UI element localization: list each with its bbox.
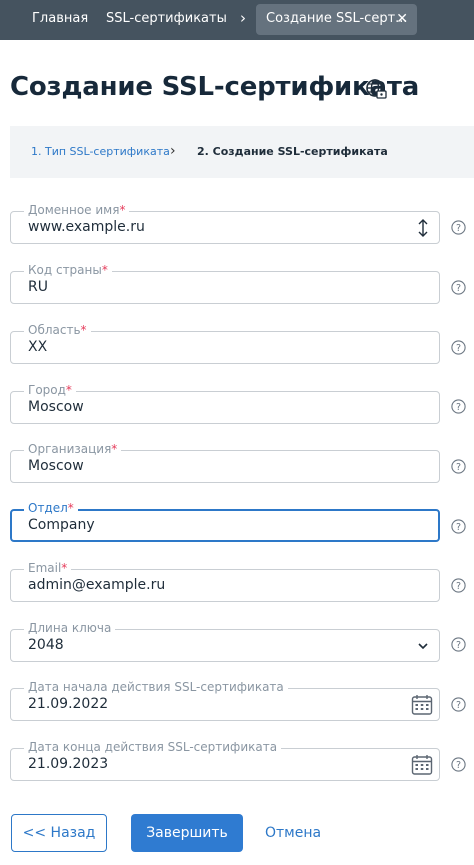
organization-value: Moscow bbox=[28, 458, 84, 474]
department-value: Company bbox=[28, 517, 95, 533]
help-icon[interactable]: ? bbox=[451, 459, 466, 474]
svg-text:?: ? bbox=[456, 581, 461, 592]
svg-text:?: ? bbox=[456, 402, 461, 413]
email-value: admin@example.ru bbox=[28, 577, 166, 593]
country-code-value: RU bbox=[28, 279, 48, 295]
help-icon[interactable]: ? bbox=[451, 519, 466, 534]
sort-arrows-icon[interactable] bbox=[413, 218, 433, 238]
page-title: Создание SSL-сертификата bbox=[10, 72, 420, 102]
svg-text:?: ? bbox=[456, 223, 461, 234]
finish-button[interactable]: Завершить bbox=[131, 814, 243, 852]
end-date-field[interactable]: Дата конца действия SSL-сертификата 21.0… bbox=[10, 739, 440, 781]
chevron-down-icon[interactable] bbox=[413, 636, 433, 656]
nav-separator-icon: › bbox=[240, 9, 246, 27]
start-date-field[interactable]: Дата начала действия SSL-сертификата 21.… bbox=[10, 679, 440, 721]
end-date-value: 21.09.2023 bbox=[28, 756, 109, 772]
globe-icon[interactable] bbox=[365, 78, 387, 100]
nav-home-link[interactable]: Главная bbox=[32, 0, 88, 40]
nav-ssl-link[interactable]: SSL-сертификаты bbox=[106, 0, 227, 40]
chevron-right-icon: › bbox=[170, 143, 176, 159]
city-field[interactable]: Город* Moscow bbox=[10, 382, 440, 424]
country-code-field[interactable]: Код страны* RU bbox=[10, 262, 440, 304]
help-icon[interactable]: ? bbox=[451, 220, 466, 235]
domain-name-value: www.example.ru bbox=[28, 219, 145, 235]
help-icon[interactable]: ? bbox=[451, 578, 466, 593]
svg-text:?: ? bbox=[456, 343, 461, 354]
city-value: Moscow bbox=[28, 399, 84, 415]
step-ssl-type-link[interactable]: 1. Тип SSL-сертификата bbox=[31, 126, 170, 178]
tab-create-ssl-label: Создание SSL-серт... bbox=[266, 11, 408, 26]
back-button[interactable]: << Назад bbox=[11, 814, 107, 852]
key-length-select[interactable]: Длина ключа 2048 bbox=[10, 620, 440, 662]
help-icon[interactable]: ? bbox=[451, 697, 466, 712]
svg-text:?: ? bbox=[456, 522, 461, 533]
help-icon[interactable]: ? bbox=[451, 340, 466, 355]
svg-text:?: ? bbox=[456, 760, 461, 771]
step-create-ssl: 2. Создание SSL-сертификата bbox=[197, 145, 388, 158]
department-field[interactable]: Отдел* Company bbox=[10, 500, 440, 542]
organization-field[interactable]: Организация* Moscow bbox=[10, 441, 440, 483]
cancel-button[interactable]: Отмена bbox=[265, 814, 321, 852]
domain-name-field[interactable]: Доменное имя* www.example.ru bbox=[10, 202, 440, 244]
key-length-value: 2048 bbox=[28, 637, 64, 653]
help-icon[interactable]: ? bbox=[451, 637, 466, 652]
close-icon[interactable]: ✕ bbox=[396, 4, 408, 34]
region-value: XX bbox=[28, 339, 48, 355]
top-navigation: Главная SSL-сертификаты › Создание SSL-с… bbox=[0, 0, 474, 40]
help-icon[interactable]: ? bbox=[451, 280, 466, 295]
help-icon[interactable]: ? bbox=[451, 399, 466, 414]
calendar-icon[interactable] bbox=[411, 694, 433, 716]
email-field[interactable]: Email* admin@example.ru bbox=[10, 560, 440, 602]
region-field[interactable]: Область* XX bbox=[10, 322, 440, 364]
calendar-icon[interactable] bbox=[411, 754, 433, 776]
svg-text:?: ? bbox=[456, 640, 461, 651]
svg-text:?: ? bbox=[456, 462, 461, 473]
svg-text:?: ? bbox=[456, 283, 461, 294]
svg-text:?: ? bbox=[456, 700, 461, 711]
help-icon[interactable]: ? bbox=[451, 757, 466, 772]
stepper: 1. Тип SSL-сертификата › 2. Создание SSL… bbox=[10, 126, 474, 178]
tab-create-ssl[interactable]: Создание SSL-серт... ✕ bbox=[256, 4, 417, 35]
start-date-value: 21.09.2022 bbox=[28, 696, 109, 712]
